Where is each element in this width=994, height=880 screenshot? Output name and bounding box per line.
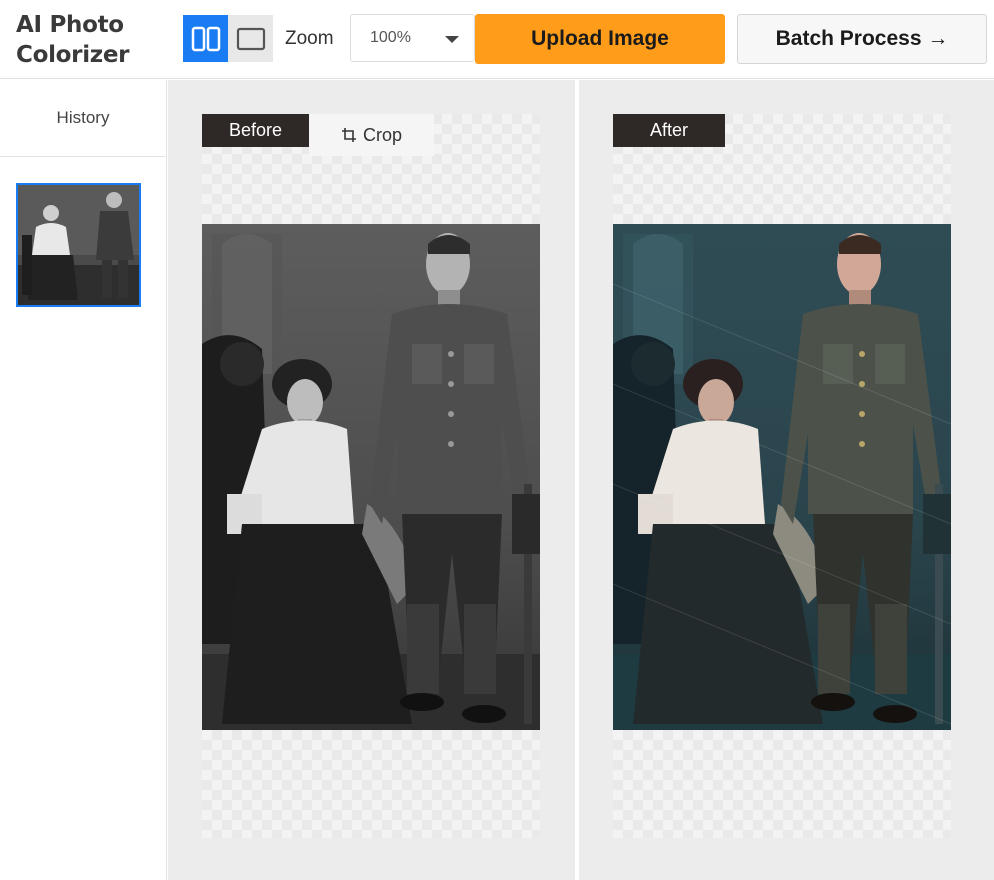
history-thumbnail[interactable] — [16, 183, 141, 307]
app-window: AI Photo Colorizer Zoom 100% Upload Imag… — [0, 0, 994, 880]
history-sidebar: History — [0, 80, 167, 880]
app-title: AI Photo Colorizer — [16, 12, 130, 68]
split-view-button[interactable] — [183, 15, 228, 62]
before-tag: Before — [202, 114, 309, 147]
transparent-backdrop-bottom — [613, 730, 951, 838]
split-view-icon — [191, 26, 220, 51]
crop-button[interactable]: Crop — [309, 114, 434, 156]
before-photo — [202, 224, 540, 730]
zoom-label: Zoom — [285, 28, 334, 49]
crop-label: Crop — [362, 124, 402, 145]
view-mode-toggle — [183, 15, 273, 62]
upload-image-button[interactable]: Upload Image — [475, 14, 725, 64]
single-view-icon — [236, 27, 265, 50]
history-heading: History — [0, 80, 166, 157]
header-bar: AI Photo Colorizer Zoom 100% Upload Imag… — [0, 0, 994, 79]
after-tag: After — [613, 114, 725, 147]
chevron-down-icon — [445, 36, 459, 43]
history-thumbnail-image — [18, 185, 139, 305]
before-panel: Before Crop — [168, 80, 575, 880]
batch-process-button[interactable]: Batch Process → — [737, 14, 987, 64]
zoom-value: 100% — [370, 29, 411, 46]
crop-icon — [341, 128, 356, 142]
transparent-backdrop-bottom — [202, 730, 540, 838]
after-photo — [613, 224, 951, 730]
single-view-button[interactable] — [228, 15, 273, 62]
after-panel: After — [579, 80, 994, 880]
zoom-select[interactable]: 100% — [350, 14, 475, 62]
